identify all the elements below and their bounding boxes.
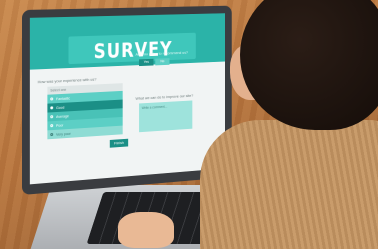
finish-button[interactable]: Finish	[109, 138, 129, 148]
laptop-screen-bezel: SURVEY How was your experience with us? …	[22, 5, 232, 196]
question-experience: How was your experience with us?	[37, 76, 97, 85]
person-sweater	[200, 120, 378, 249]
radio-icon	[50, 97, 54, 101]
laptop-screen: SURVEY How was your experience with us? …	[29, 13, 225, 185]
comment-field[interactable]: Write a comment...	[139, 100, 193, 133]
no-button[interactable]: No	[155, 58, 170, 66]
question-improve: What we can do to improve our site?	[135, 92, 194, 101]
radio-checked-icon	[50, 106, 54, 110]
radio-icon	[50, 132, 54, 137]
recommend-toggle: Yes No	[139, 58, 170, 67]
photo: SURVEY How was your experience with us? …	[0, 0, 378, 249]
radio-icon	[50, 124, 54, 128]
yes-button[interactable]: Yes	[139, 58, 154, 67]
hand	[118, 212, 174, 248]
radio-icon	[50, 115, 54, 119]
experience-options: Select one Fantastic Good Average Poor V…	[47, 83, 123, 140]
